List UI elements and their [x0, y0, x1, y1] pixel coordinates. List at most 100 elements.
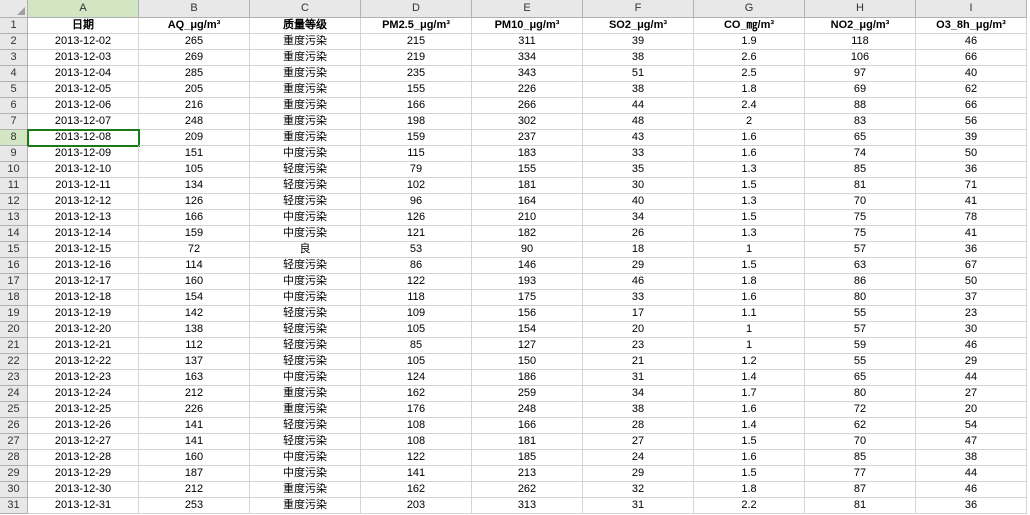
data-cell[interactable]: 69: [805, 82, 916, 98]
data-cell[interactable]: 2.6: [694, 50, 805, 66]
data-cell[interactable]: 中度污染: [250, 226, 361, 242]
data-cell[interactable]: 90: [472, 242, 583, 258]
row-header[interactable]: 8: [0, 130, 28, 146]
data-cell[interactable]: 313: [472, 498, 583, 514]
data-cell[interactable]: 20: [916, 402, 1027, 418]
data-cell[interactable]: 164: [472, 194, 583, 210]
data-cell[interactable]: 70: [805, 434, 916, 450]
data-cell[interactable]: 1.5: [694, 258, 805, 274]
data-cell[interactable]: 46: [916, 34, 1027, 50]
row-header[interactable]: 20: [0, 322, 28, 338]
data-cell[interactable]: 重度污染: [250, 98, 361, 114]
row-header[interactable]: 22: [0, 354, 28, 370]
data-cell[interactable]: 77: [805, 466, 916, 482]
data-cell[interactable]: 29: [583, 258, 694, 274]
data-cell[interactable]: 轻度污染: [250, 354, 361, 370]
data-cell[interactable]: 中度污染: [250, 146, 361, 162]
data-cell[interactable]: 1.5: [694, 210, 805, 226]
data-cell[interactable]: 44: [916, 466, 1027, 482]
column-header[interactable]: D: [361, 0, 472, 18]
data-cell[interactable]: 50: [916, 146, 1027, 162]
data-cell[interactable]: 186: [472, 370, 583, 386]
data-cell[interactable]: 46: [916, 338, 1027, 354]
data-cell[interactable]: 154: [472, 322, 583, 338]
data-cell[interactable]: 215: [361, 34, 472, 50]
data-cell[interactable]: 2013-12-03: [28, 50, 139, 66]
data-cell[interactable]: 155: [472, 162, 583, 178]
data-cell[interactable]: 2013-12-12: [28, 194, 139, 210]
data-cell[interactable]: 253: [139, 498, 250, 514]
data-cell[interactable]: 2.4: [694, 98, 805, 114]
data-cell[interactable]: 轻度污染: [250, 434, 361, 450]
column-header[interactable]: I: [916, 0, 1027, 18]
data-cell[interactable]: 72: [139, 242, 250, 258]
data-cell[interactable]: 2013-12-05: [28, 82, 139, 98]
row-header[interactable]: 21: [0, 338, 28, 354]
data-cell[interactable]: 中度污染: [250, 274, 361, 290]
data-cell[interactable]: 105: [361, 322, 472, 338]
data-cell[interactable]: 183: [472, 146, 583, 162]
data-cell[interactable]: 105: [139, 162, 250, 178]
row-header[interactable]: 28: [0, 450, 28, 466]
data-cell[interactable]: 85: [805, 450, 916, 466]
data-cell[interactable]: 162: [361, 386, 472, 402]
data-cell[interactable]: 1.3: [694, 162, 805, 178]
data-cell[interactable]: 40: [916, 66, 1027, 82]
data-cell[interactable]: 2013-12-08: [28, 130, 139, 146]
data-cell[interactable]: 146: [472, 258, 583, 274]
data-cell[interactable]: 28: [583, 418, 694, 434]
data-cell[interactable]: 126: [139, 194, 250, 210]
data-cell[interactable]: 114: [139, 258, 250, 274]
data-cell[interactable]: 1.8: [694, 82, 805, 98]
data-cell[interactable]: 重度污染: [250, 114, 361, 130]
data-cell[interactable]: 23: [583, 338, 694, 354]
data-cell[interactable]: 1.3: [694, 226, 805, 242]
data-cell[interactable]: 176: [361, 402, 472, 418]
data-cell[interactable]: 266: [472, 98, 583, 114]
header-cell[interactable]: SO2_μg/m³: [583, 18, 694, 34]
data-cell[interactable]: 2: [694, 114, 805, 130]
data-cell[interactable]: 182: [472, 226, 583, 242]
data-cell[interactable]: 212: [139, 386, 250, 402]
column-header[interactable]: A: [28, 0, 139, 18]
data-cell[interactable]: 269: [139, 50, 250, 66]
data-cell[interactable]: 36: [916, 162, 1027, 178]
data-cell[interactable]: 105: [361, 354, 472, 370]
data-cell[interactable]: 141: [139, 434, 250, 450]
data-cell[interactable]: 1.2: [694, 354, 805, 370]
data-cell[interactable]: 2013-12-16: [28, 258, 139, 274]
data-cell[interactable]: 46: [583, 274, 694, 290]
data-cell[interactable]: 40: [583, 194, 694, 210]
data-cell[interactable]: 轻度污染: [250, 162, 361, 178]
data-cell[interactable]: 1.6: [694, 130, 805, 146]
data-cell[interactable]: 137: [139, 354, 250, 370]
data-cell[interactable]: 134: [139, 178, 250, 194]
data-cell[interactable]: 66: [916, 50, 1027, 66]
data-cell[interactable]: 102: [361, 178, 472, 194]
data-cell[interactable]: 1: [694, 338, 805, 354]
data-cell[interactable]: 1.7: [694, 386, 805, 402]
data-cell[interactable]: 38: [916, 450, 1027, 466]
data-cell[interactable]: 51: [583, 66, 694, 82]
data-cell[interactable]: 47: [916, 434, 1027, 450]
header-cell[interactable]: NO2_μg/m³: [805, 18, 916, 34]
data-cell[interactable]: 1.5: [694, 466, 805, 482]
data-cell[interactable]: 127: [472, 338, 583, 354]
data-cell[interactable]: 265: [139, 34, 250, 50]
data-cell[interactable]: 259: [472, 386, 583, 402]
data-cell[interactable]: 205: [139, 82, 250, 98]
data-cell[interactable]: 65: [805, 130, 916, 146]
row-header[interactable]: 30: [0, 482, 28, 498]
spreadsheet-grid[interactable]: ABCDEFGHI1日期AQ_μg/m³质量等级PM2.5_μg/m³PM10_…: [0, 0, 1030, 514]
data-cell[interactable]: 39: [916, 130, 1027, 146]
row-header[interactable]: 11: [0, 178, 28, 194]
data-cell[interactable]: 108: [361, 434, 472, 450]
data-cell[interactable]: 156: [472, 306, 583, 322]
data-cell[interactable]: 2013-12-07: [28, 114, 139, 130]
data-cell[interactable]: 75: [805, 226, 916, 242]
data-cell[interactable]: 29: [916, 354, 1027, 370]
data-cell[interactable]: 38: [583, 50, 694, 66]
row-header[interactable]: 15: [0, 242, 28, 258]
data-cell[interactable]: 2013-12-02: [28, 34, 139, 50]
data-cell[interactable]: 2013-12-31: [28, 498, 139, 514]
